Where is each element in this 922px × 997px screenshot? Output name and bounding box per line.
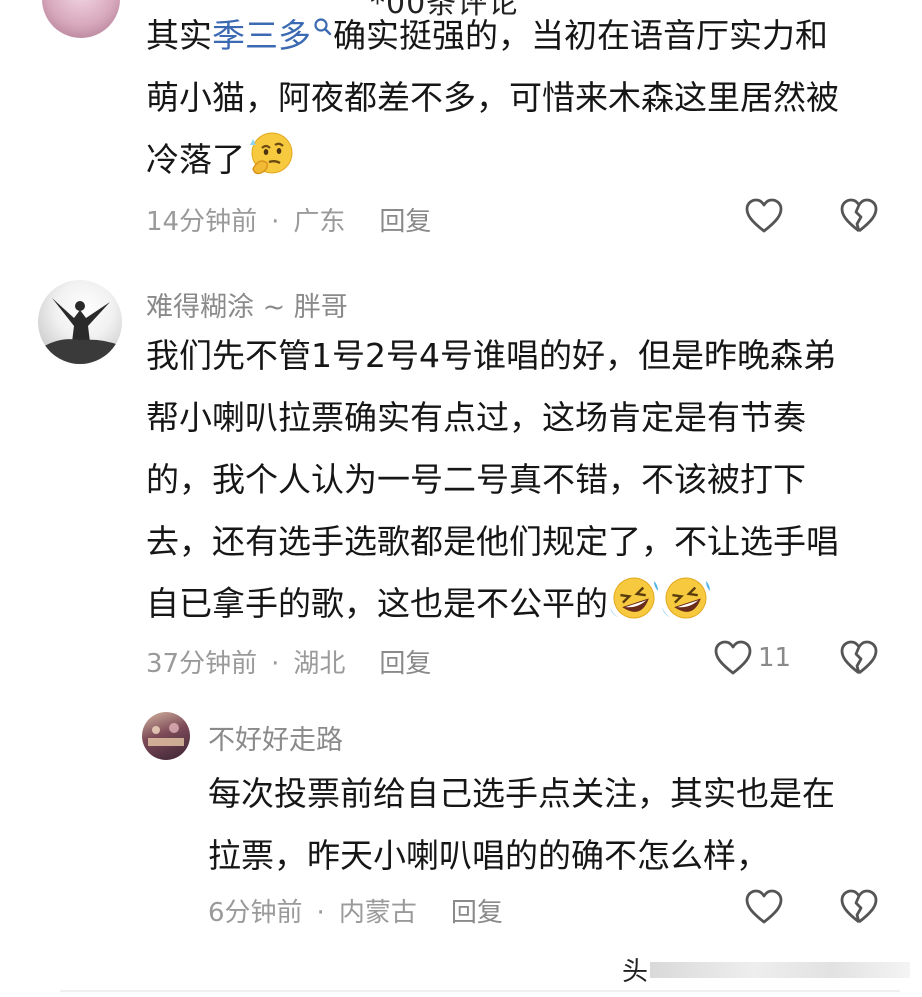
thinking-emoji-icon (250, 132, 293, 175)
like-button[interactable]: 11 (714, 640, 791, 676)
heart-icon (714, 640, 752, 675)
reply-button[interactable]: 回复 (379, 649, 431, 679)
broken-heart-icon (840, 198, 878, 233)
avatar-image-icon (148, 723, 184, 746)
dislike-button[interactable] (840, 889, 878, 925)
like-count: 11 (758, 643, 792, 673)
comment-time: 6分钟前 (208, 898, 303, 928)
comment-location: 广东 (293, 207, 346, 237)
mention-link[interactable]: 季三多 (212, 16, 311, 55)
broken-heart-icon (840, 889, 878, 924)
heart-icon (745, 198, 783, 233)
watermark-text: 头 (622, 957, 649, 987)
broken-heart-icon (840, 640, 878, 675)
username[interactable]: 难得糊涂 ~ 胖哥 (146, 285, 348, 324)
comment-meta: 6分钟前 · 内蒙古 回复 (208, 898, 503, 928)
comment-location: 内蒙古 (338, 898, 417, 928)
silhouette-icon (38, 298, 122, 364)
divider (60, 990, 900, 992)
dislike-button[interactable] (840, 198, 878, 234)
comment-text: 每次投票前给自己选手点关注，其实也是在 拉票，昨天小喇叭唱的的确不怎么样， (208, 774, 835, 875)
avatar[interactable] (142, 712, 190, 760)
rofl-emoji-icon (610, 577, 658, 619)
comment-location: 湖北 (293, 649, 346, 679)
search-icon (314, 18, 332, 36)
avatar[interactable] (42, 0, 120, 38)
comment-text: 其实季三多 确实挺强的，当初在语音厅实力和 萌小猫，阿夜都差不多，可惜来木森这里居… (146, 16, 839, 179)
reply-button[interactable]: 回复 (451, 898, 503, 928)
comment-text: 我们先不管1号2号4号谁唱的好，但是昨晚森弟 帮小喇叭拉票确实有点过，这场肯定是… (146, 336, 839, 623)
watermark-bar (650, 961, 911, 978)
heart-icon (745, 889, 783, 924)
comment-meta: 37分钟前 · 湖北 回复 (146, 649, 432, 679)
like-button[interactable] (745, 889, 783, 925)
reply-button[interactable]: 回复 (379, 207, 431, 237)
comment-time: 37分钟前 (146, 649, 258, 679)
avatar[interactable] (38, 280, 122, 364)
username[interactable]: 不好好走路 (208, 718, 343, 757)
rofl-emoji-icon (662, 577, 710, 619)
comment-time: 14分钟前 (146, 207, 258, 237)
like-button[interactable] (745, 198, 783, 234)
comment-meta: 14分钟前 · 广东 回复 (146, 207, 432, 237)
dislike-button[interactable] (840, 640, 878, 676)
watermark: 头 (622, 951, 911, 988)
